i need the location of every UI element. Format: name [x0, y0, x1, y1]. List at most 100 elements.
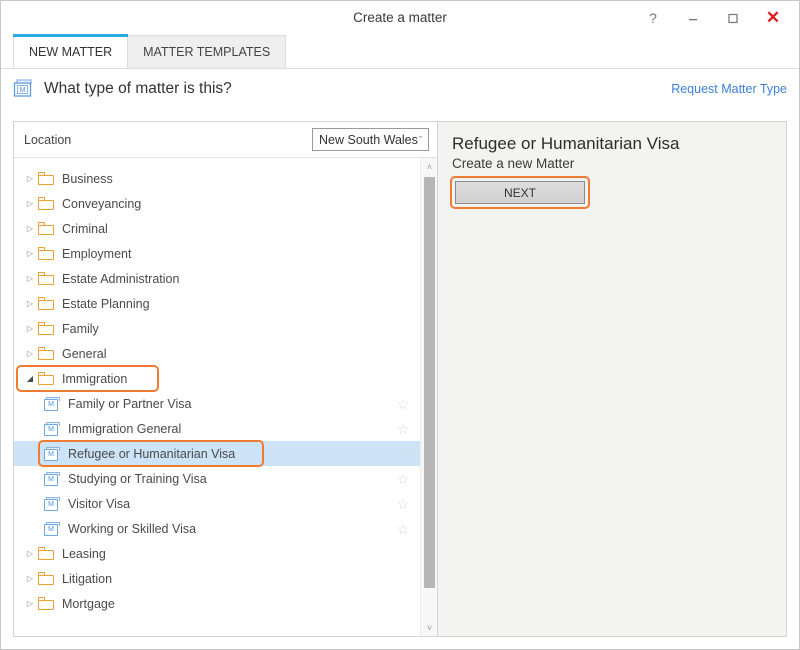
tab-strip: NEW MATTER MATTER TEMPLATES [1, 34, 799, 69]
matter-icon: M [44, 396, 60, 411]
tree-item-criminal[interactable]: ▷ Criminal [14, 216, 420, 241]
chevron-collapsed-icon[interactable]: ▷ [22, 324, 38, 333]
chevron-collapsed-icon[interactable]: ▷ [22, 174, 38, 183]
request-matter-type-link[interactable]: Request Matter Type [671, 82, 787, 96]
tree-item-estate-administration[interactable]: ▷ Estate Administration [14, 266, 420, 291]
tree-item-family-or-partner-visa[interactable]: M Family or Partner Visa ☆ [14, 391, 420, 416]
tree-item-label: Employment [62, 246, 132, 261]
page-title: What type of matter is this? [44, 80, 232, 97]
tree-item-label: Working or Skilled Visa [68, 521, 197, 536]
next-button-wrap: NEXT [450, 176, 590, 209]
matter-icon: M [44, 471, 60, 486]
scroll-up-icon[interactable]: ˄ [421, 158, 437, 175]
tree-item-label: Refugee or Humanitarian Visa [68, 446, 236, 461]
folder-icon [38, 197, 54, 210]
tree-item-general[interactable]: ▷ General [14, 341, 420, 366]
tree-item-label: Family [62, 321, 99, 336]
location-select[interactable]: New South Wales ˇ [312, 128, 429, 151]
matter-icon: M [44, 521, 60, 536]
folder-icon [38, 322, 54, 335]
help-icon[interactable]: ? [633, 3, 673, 33]
tree-item-estate-planning[interactable]: ▷ Estate Planning [14, 291, 420, 316]
title-bar: Create a matter ? ✕ [1, 1, 799, 35]
scrollbar-thumb[interactable] [424, 177, 435, 588]
window-controls: ? ✕ [633, 1, 793, 35]
favorite-star-icon[interactable]: ☆ [396, 447, 410, 461]
chevron-collapsed-icon[interactable]: ▷ [22, 574, 38, 583]
minimize-icon[interactable] [673, 3, 713, 33]
location-label: Location [24, 132, 72, 147]
tree-item-label: Estate Planning [62, 296, 150, 311]
selected-matter-subtitle: Create a new Matter [452, 156, 575, 171]
tree-item-litigation[interactable]: ▷ Litigation [14, 566, 420, 591]
tab-matter-templates-label: MATTER TEMPLATES [143, 45, 271, 59]
next-button[interactable]: NEXT [455, 181, 585, 204]
matter-details-pane: Refugee or Humanitarian Visa Create a ne… [438, 122, 786, 636]
chevron-collapsed-icon[interactable]: ▷ [22, 349, 38, 358]
matter-type-icon: M [13, 79, 35, 99]
tree-item-employment[interactable]: ▷ Employment [14, 241, 420, 266]
folder-icon [38, 572, 54, 585]
tree-item-mortgage[interactable]: ▷ Mortgage [14, 591, 420, 616]
tree-item-business[interactable]: ▷ Business [14, 166, 420, 191]
tree-item-label: Leasing [62, 546, 106, 561]
favorite-star-icon[interactable]: ☆ [396, 422, 410, 436]
maximize-icon[interactable] [713, 3, 753, 33]
tree-item-label: Immigration General [68, 421, 182, 436]
chevron-collapsed-icon[interactable]: ▷ [22, 249, 38, 258]
chevron-collapsed-icon[interactable]: ▷ [22, 274, 38, 283]
folder-icon [38, 547, 54, 560]
tree-item-label: Business [62, 171, 113, 186]
tree-item-label: Family or Partner Visa [68, 396, 192, 411]
tree-item-refugee-or-humanitarian-visa[interactable]: M Refugee or Humanitarian Visa ☆ [14, 440, 420, 467]
folder-icon [38, 222, 54, 235]
chevron-collapsed-icon[interactable]: ▷ [22, 299, 38, 308]
chevron-down-icon: ˇ [419, 134, 422, 145]
tree-item-conveyancing[interactable]: ▷ Conveyancing [14, 191, 420, 216]
favorite-star-icon[interactable]: ☆ [396, 397, 410, 411]
favorite-star-icon[interactable]: ☆ [396, 472, 410, 486]
tree-item-working-or-skilled-visa[interactable]: M Working or Skilled Visa ☆ [14, 516, 420, 541]
tree-item-label: Immigration [62, 371, 128, 386]
header-row: M What type of matter is this? Request M… [1, 69, 799, 109]
tab-new-matter[interactable]: NEW MATTER [13, 34, 129, 68]
tree-scrollbar[interactable]: ˄ ˅ [420, 158, 437, 636]
folder-icon [38, 597, 54, 610]
folder-icon [38, 247, 54, 260]
location-bar: Location New South Wales ˇ [14, 122, 437, 158]
chevron-collapsed-icon[interactable]: ▷ [22, 199, 38, 208]
folder-icon [38, 372, 54, 385]
matter-icon: M [44, 446, 60, 461]
tree-item-label: General [62, 346, 107, 361]
chevron-collapsed-icon[interactable]: ▷ [22, 224, 38, 233]
tree-item-label: Estate Administration [62, 271, 180, 286]
chevron-collapsed-icon[interactable]: ▷ [22, 549, 38, 558]
tree-item-immigration-general[interactable]: M Immigration General ☆ [14, 416, 420, 441]
tree-item-label: Mortgage [62, 596, 115, 611]
close-icon[interactable]: ✕ [753, 3, 793, 33]
tree-item-leasing[interactable]: ▷ Leasing [14, 541, 420, 566]
matter-type-tree-pane: Location New South Wales ˇ ▷ Business ▷ Con… [14, 122, 438, 636]
folder-icon [38, 297, 54, 310]
selected-matter-title: Refugee or Humanitarian Visa [452, 134, 680, 153]
folder-icon [38, 172, 54, 185]
tree-item-visitor-visa[interactable]: M Visitor Visa ☆ [14, 491, 420, 516]
svg-text:M: M [20, 87, 26, 94]
tree-item-studying-or-training-visa[interactable]: M Studying or Training Visa ☆ [14, 466, 420, 491]
tree-item-label: Visitor Visa [68, 496, 131, 511]
folder-icon [38, 347, 54, 360]
chevron-collapsed-icon[interactable]: ▷ [22, 599, 38, 608]
matter-type-tree[interactable]: ▷ Business ▷ Conveyancing ▷ Criminal ▷ Employme… [14, 158, 420, 636]
chevron-expanded-icon[interactable]: ◢ [22, 374, 38, 383]
tab-matter-templates[interactable]: MATTER TEMPLATES [127, 35, 287, 68]
favorite-star-icon[interactable]: ☆ [396, 497, 410, 511]
matter-icon: M [44, 421, 60, 436]
tree-item-family[interactable]: ▷ Family [14, 316, 420, 341]
tree-scroll-region: ▷ Business ▷ Conveyancing ▷ Criminal ▷ Employme… [14, 158, 437, 636]
matter-icon: M [44, 496, 60, 511]
favorite-star-icon[interactable]: ☆ [396, 522, 410, 536]
scroll-down-icon[interactable]: ˅ [421, 619, 437, 636]
folder-icon [38, 272, 54, 285]
tab-new-matter-label: NEW MATTER [29, 44, 113, 59]
tree-item-immigration[interactable]: ◢ Immigration [14, 365, 420, 392]
